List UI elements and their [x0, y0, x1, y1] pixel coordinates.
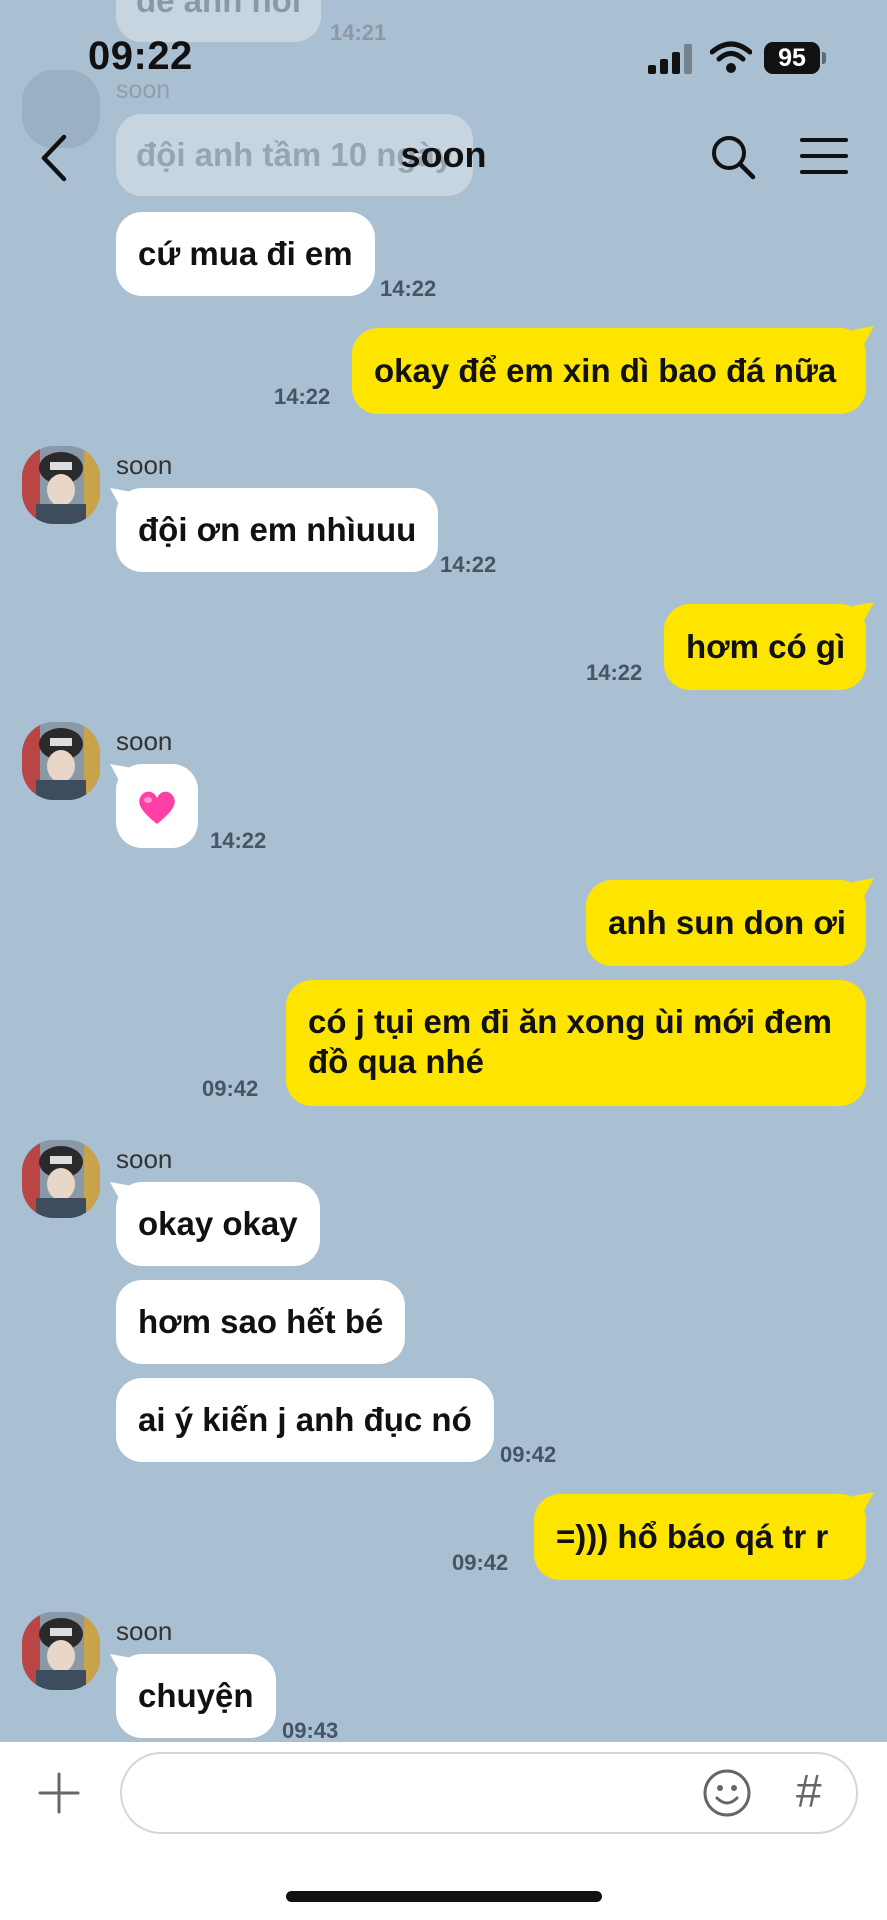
heart-emoji-icon	[139, 791, 175, 825]
emoji-icon[interactable]	[702, 1768, 752, 1818]
avatar-image	[22, 1140, 100, 1218]
ghost-message-time: 14:21	[330, 20, 387, 45]
menu-icon[interactable]	[800, 136, 848, 176]
message-time: 14:22	[210, 828, 267, 853]
plus-icon[interactable]	[38, 1772, 80, 1814]
sender-name: soon	[116, 726, 173, 756]
sender-avatar[interactable]	[22, 722, 100, 800]
sender-avatar[interactable]	[22, 446, 100, 524]
message-text: đội ơn em nhìuuu	[138, 511, 417, 548]
message-time: 09:42	[500, 1442, 557, 1467]
sender-name: soon	[116, 1144, 173, 1174]
sender-name: soon	[116, 1616, 173, 1646]
battery-tip	[822, 52, 826, 64]
message-time: 14:22	[440, 552, 497, 577]
outgoing-message-bubble[interactable]: có j tụi em đi ăn xong ùi mới đem đồ qua…	[286, 980, 866, 1106]
battery-indicator: 95	[764, 42, 820, 74]
message-text: anh sun don ơi	[608, 904, 846, 941]
avatar-image	[22, 722, 100, 800]
incoming-message-bubble[interactable]	[116, 764, 198, 848]
sender-avatar[interactable]	[22, 1612, 100, 1690]
bubble-tail	[852, 1492, 874, 1514]
status-time: 09:22	[88, 34, 193, 78]
ghost-message-text: để anh nói	[136, 0, 301, 19]
incoming-message-bubble[interactable]: okay okay	[116, 1182, 320, 1266]
incoming-message-bubble[interactable]: chuyện	[116, 1654, 276, 1738]
wifi-icon	[710, 41, 752, 73]
incoming-message-bubble[interactable]: hơm sao hết bé	[116, 1280, 406, 1364]
bubble-tail	[852, 878, 874, 900]
avatar-image	[22, 1612, 100, 1690]
message-time: 14:22	[586, 660, 643, 685]
message-text: okay để em xin dì bao đá nữa	[374, 352, 837, 389]
incoming-message-bubble[interactable]: đội ơn em nhìuuu	[116, 488, 439, 572]
home-indicator	[286, 1891, 602, 1902]
message-text: cứ mua đi em	[138, 235, 353, 272]
message-text: =))) hổ báo qá tr r	[556, 1518, 829, 1555]
message-text-line: đồ qua nhé	[308, 1043, 484, 1080]
message-text: hơm có gì	[686, 628, 846, 665]
message-text-line: có j tụi em đi ăn xong ùi mới đem	[308, 1003, 833, 1040]
message-time: 14:22	[380, 276, 437, 301]
outgoing-message-bubble[interactable]: okay để em xin dì bao đá nữa	[352, 328, 866, 414]
message-text: okay okay	[138, 1205, 298, 1242]
incoming-message-bubble[interactable]: cứ mua đi em	[116, 212, 375, 296]
search-icon[interactable]	[708, 132, 758, 182]
outgoing-message-bubble[interactable]: hơm có gì	[664, 604, 866, 690]
cellular-signal-icon	[648, 44, 692, 74]
bubble-tail	[852, 602, 874, 624]
message-text: ai ý kiến j anh đục nó	[138, 1401, 472, 1438]
message-time: 09:43	[282, 1718, 339, 1743]
incoming-message-bubble[interactable]: ai ý kiến j anh đục nó	[116, 1378, 494, 1462]
avatar-image	[22, 446, 100, 524]
message-time: 09:42	[452, 1550, 509, 1575]
sender-name: soon	[116, 450, 173, 480]
ghost-sender-name: soon	[116, 76, 171, 104]
outgoing-message-bubble[interactable]: anh sun don ơi	[586, 880, 866, 966]
message-time: 14:22	[274, 384, 331, 409]
message-text: hơm sao hết bé	[138, 1303, 384, 1340]
bubble-tail	[852, 326, 874, 348]
message-time: 09:42	[202, 1076, 259, 1101]
sender-avatar[interactable]	[22, 1140, 100, 1218]
message-text: chuyện	[138, 1677, 254, 1714]
hashtag-icon[interactable]: #	[796, 1764, 822, 1818]
outgoing-message-bubble[interactable]: =))) hổ báo qá tr r	[534, 1494, 866, 1580]
